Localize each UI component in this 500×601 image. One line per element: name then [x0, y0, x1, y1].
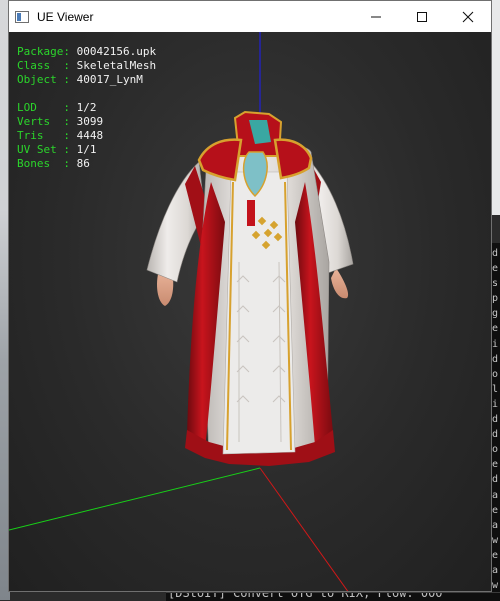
hud-lod-row: LOD : 1/2 [17, 101, 156, 115]
hud-tris-row: Tris : 4448 [17, 129, 156, 143]
3d-viewport[interactable]: Package: 00042156.upk Class : SkeletalMe… [9, 32, 491, 591]
minimize-icon [371, 16, 381, 17]
ue-viewer-window[interactable]: UE Viewer Package: 00042156.upk Class: … [8, 0, 492, 592]
hud-bones-value: 86 [76, 157, 90, 170]
hud-class-row: Class : SkeletalMesh [17, 59, 156, 73]
hud-lod-value: 1/2 [76, 101, 97, 114]
title-bar[interactable]: UE Viewer [9, 1, 491, 32]
hud-uvset-value: 1/1 [76, 143, 97, 156]
hud-package-value: 00042156.upk [76, 45, 157, 58]
hud-package-label: Package: [17, 45, 70, 58]
console-text-column: despgeidoliddoedaeaweaw [492, 248, 499, 592]
ue-viewer-app-icon[interactable] [15, 10, 29, 23]
hud-uvset-row: UV Set : 1/1 [17, 143, 156, 157]
hud-verts-label: Verts : [17, 115, 70, 128]
tassel [247, 200, 255, 226]
hud-uvset-label: UV Set : [17, 143, 70, 156]
minimize-button[interactable] [353, 1, 399, 32]
hud-class-label: Class : [17, 59, 70, 72]
axis-y-line [9, 467, 261, 531]
hud-lod-label: LOD : [17, 101, 70, 114]
robe-front-panel [222, 171, 296, 455]
caption-buttons [353, 1, 491, 32]
hud-object-label: Object : [17, 73, 70, 86]
right-hand [331, 268, 349, 299]
hud-object-row: Object : 40017_LynM [17, 73, 156, 87]
hud-class-value: SkeletalMesh [76, 59, 157, 72]
left-shoulder [197, 138, 243, 182]
mesh-info-overlay: Package: 00042156.upk Class : SkeletalMe… [17, 45, 156, 171]
console-bottom-line: [DStoIT] Convert OTG to RIX, Flow: 000 [168, 592, 443, 600]
close-button[interactable] [445, 1, 491, 32]
hud-verts-row: Verts : 3099 [17, 115, 156, 129]
hud-bones-label: Bones : [17, 157, 70, 170]
hud-tris-value: 4448 [76, 129, 104, 142]
maximize-icon [417, 11, 427, 22]
axis-x-line [259, 467, 349, 591]
close-icon [462, 11, 474, 22]
hud-gap [17, 87, 156, 101]
hud-verts-value: 3099 [76, 115, 104, 128]
maximize-button[interactable] [399, 1, 445, 32]
hud-tris-label: Tris : [17, 129, 70, 142]
hud-bones-row: Bones : 86 [17, 157, 156, 171]
hud-package-row: Package: 00042156.upk [17, 45, 156, 59]
window-title: UE Viewer [37, 9, 94, 24]
background-window-right [492, 0, 500, 215]
hud-object-value: 40017_LynM [76, 73, 143, 86]
